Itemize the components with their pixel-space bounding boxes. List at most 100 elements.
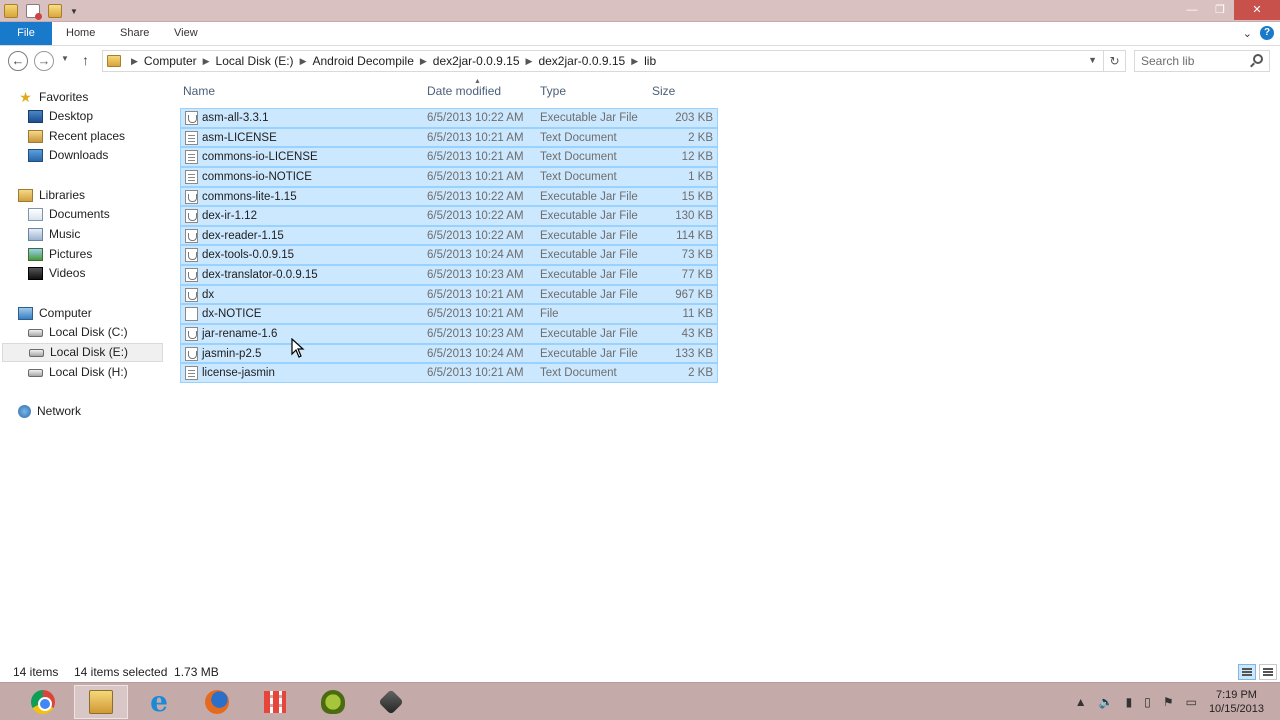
chevron-right-icon[interactable]: ▶ <box>203 56 210 67</box>
file-row[interactable]: license-jasmin 6/5/2013 10:21 AM Text Docu… <box>180 363 718 383</box>
file-row[interactable]: commons-io-NOTICE 6/5/2013 10:21 AM Text D… <box>180 166 718 187</box>
clock[interactable]: 7:19 PM 10/15/2013 <box>1209 688 1264 716</box>
file-name: commons-io-LICENSE <box>202 151 318 164</box>
file-date-modified: 6/5/2013 10:21 AM <box>427 367 524 380</box>
column-header-type[interactable]: Type <box>540 84 566 98</box>
file-row[interactable]: jasmin-p2.5 6/5/2013 10:24 AM Executable J… <box>180 343 718 364</box>
network-signal-icon[interactable]: ▮ <box>1126 695 1133 709</box>
sidebar-item-desktop[interactable]: Desktop <box>28 107 93 126</box>
sidebar-item-local-disk-c[interactable]: Local Disk (C:) <box>28 323 128 342</box>
desktop-icon <box>28 110 43 123</box>
clock-date: 10/15/2013 <box>1208 703 1264 715</box>
sidebar-item-libraries[interactable]: Libraries <box>18 186 85 205</box>
file-size: 203 KB <box>675 112 713 124</box>
clock-time: 7:19 PM <box>1215 689 1257 701</box>
breadcrumb-dex2jar-outer[interactable]: dex2jar-0.0.9.15 <box>433 54 520 68</box>
volume-icon[interactable]: 🔈 <box>1099 695 1114 709</box>
breadcrumb-android-decompile[interactable]: Android Decompile <box>312 54 413 68</box>
tab-home[interactable]: Home <box>66 22 95 45</box>
chevron-right-icon[interactable]: ▶ <box>420 56 427 67</box>
breadcrumb-lib[interactable]: lib <box>644 54 656 68</box>
show-hidden-icons-icon[interactable]: ▲ <box>1075 695 1087 709</box>
details-view-icon[interactable] <box>1238 664 1256 680</box>
forward-button[interactable]: → <box>34 51 54 71</box>
title-bar: ▼ — ❐ ✕ <box>0 0 1280 22</box>
column-header-date-modified[interactable]: Date modified <box>427 84 501 98</box>
action-center-flag-icon[interactable]: ⚑ <box>1163 695 1174 709</box>
file-row[interactable]: dex-translator-0.0.9.15 6/5/2013 10:23 AM… <box>180 265 718 285</box>
taskbar-firefox[interactable] <box>190 685 244 719</box>
sidebar-item-local-disk-h[interactable]: Local Disk (H:) <box>28 363 128 382</box>
taskbar-internet-explorer[interactable]: e <box>132 685 186 719</box>
file-row[interactable]: jar-rename-1.6 6/5/2013 10:23 AM Executabl… <box>180 324 718 344</box>
breadcrumb-local-disk-e[interactable]: Local Disk (E:) <box>216 54 294 68</box>
sidebar-item-network[interactable]: Network <box>18 402 81 421</box>
file-row[interactable]: asm-LICENSE 6/5/2013 10:21 AM Text Documen… <box>180 127 718 148</box>
file-date-modified: 6/5/2013 10:23 AM <box>427 269 524 282</box>
taskbar-chrome[interactable] <box>16 685 70 719</box>
close-button[interactable]: ✕ <box>1234 0 1280 20</box>
breadcrumb-dex2jar-inner[interactable]: dex2jar-0.0.9.15 <box>538 54 625 68</box>
help-icon[interactable]: ? <box>1260 26 1274 40</box>
folder-icon[interactable] <box>4 4 18 18</box>
jar-file-icon <box>185 346 198 361</box>
breadcrumb-computer[interactable]: Computer <box>144 54 197 68</box>
large-icons-view-icon[interactable] <box>1259 664 1277 680</box>
sidebar-item-documents[interactable]: Documents <box>28 205 110 224</box>
sidebar-item-local-disk-e[interactable]: Local Disk (E:) <box>2 343 163 362</box>
item-count: 14 items <box>13 665 59 679</box>
address-bar[interactable]: ▶ Computer ▶ Local Disk (E:) ▶ Android D… <box>102 50 1126 72</box>
power-icon[interactable]: ▯ <box>1144 695 1151 709</box>
taskbar-tool[interactable] <box>364 685 418 719</box>
chevron-right-icon[interactable]: ▶ <box>526 56 533 67</box>
search-input[interactable] <box>1135 51 1245 71</box>
file-row[interactable]: commons-lite-1.15 6/5/2013 10:22 AM Execut… <box>180 186 718 207</box>
sidebar-item-downloads[interactable]: Downloads <box>28 146 108 165</box>
back-button[interactable]: ← <box>8 51 28 71</box>
sidebar-item-pictures[interactable]: Pictures <box>28 245 92 264</box>
customize-dropdown-icon[interactable]: ▼ <box>70 7 78 16</box>
sidebar-item-music[interactable]: Music <box>28 225 80 244</box>
file-row[interactable]: dex-tools-0.0.9.15 6/5/2013 10:24 AM Execu… <box>180 245 718 266</box>
sidebar-item-videos[interactable]: Videos <box>28 264 85 283</box>
search-icon[interactable] <box>1253 54 1263 64</box>
sidebar-item-recent-places[interactable]: Recent places <box>28 127 125 146</box>
tab-view[interactable]: View <box>174 22 198 45</box>
file-size: 133 KB <box>675 347 713 360</box>
ribbon: File Home Share View ⌄ ? <box>0 22 1280 46</box>
maximize-button[interactable]: ❐ <box>1206 0 1234 20</box>
file-row[interactable]: commons-io-LICENSE 6/5/2013 10:21 AM Text … <box>180 147 718 167</box>
recent-locations-dropdown-icon[interactable]: ▼ <box>61 54 69 63</box>
file-type: Executable Jar File <box>540 229 638 242</box>
refresh-icon[interactable]: ↻ <box>1103 51 1125 71</box>
new-folder-icon[interactable] <box>48 4 62 18</box>
file-row[interactable]: dex-ir-1.12 6/5/2013 10:22 AM Executable J… <box>180 206 718 226</box>
jar-file-icon <box>185 228 198 243</box>
sidebar-item-computer[interactable]: Computer <box>18 304 92 323</box>
up-button[interactable]: ↑ <box>82 52 89 68</box>
computer-icon <box>18 307 33 320</box>
address-dropdown-icon[interactable]: ▼ <box>1088 55 1097 65</box>
chevron-right-icon[interactable]: ▶ <box>131 56 138 67</box>
taskbar-file-explorer[interactable] <box>74 685 128 719</box>
taskbar-grid-app[interactable] <box>248 685 302 719</box>
jar-file-icon <box>185 111 198 125</box>
column-header-name[interactable]: Name <box>183 84 215 98</box>
keyboard-icon[interactable]: ▭ <box>1186 695 1197 709</box>
file-row[interactable]: asm-all-3.3.1 6/5/2013 10:22 AM Executable… <box>180 108 718 128</box>
chevron-right-icon[interactable]: ▶ <box>631 56 638 67</box>
file-list: asm-all-3.3.1 6/5/2013 10:22 AM Executable… <box>180 108 718 383</box>
tab-file[interactable]: File <box>0 22 52 45</box>
chevron-right-icon[interactable]: ▶ <box>300 56 307 67</box>
file-row[interactable]: dex-reader-1.15 6/5/2013 10:22 AM Executab… <box>180 225 718 246</box>
file-row[interactable]: dx-NOTICE 6/5/2013 10:21 AM File 11 KB <box>180 304 718 325</box>
tab-share[interactable]: Share <box>120 22 149 45</box>
column-header-size[interactable]: Size <box>652 84 675 98</box>
file-name: asm-all-3.3.1 <box>202 112 269 124</box>
minimize-button[interactable]: — <box>1178 0 1206 20</box>
sidebar-item-favorites[interactable]: ★ Favorites <box>18 88 88 107</box>
file-row[interactable]: dx 6/5/2013 10:21 AM Executable Jar File 96… <box>180 284 718 305</box>
properties-icon[interactable] <box>26 4 42 20</box>
expand-ribbon-icon[interactable]: ⌄ <box>1243 27 1252 40</box>
taskbar-android[interactable] <box>306 685 360 719</box>
